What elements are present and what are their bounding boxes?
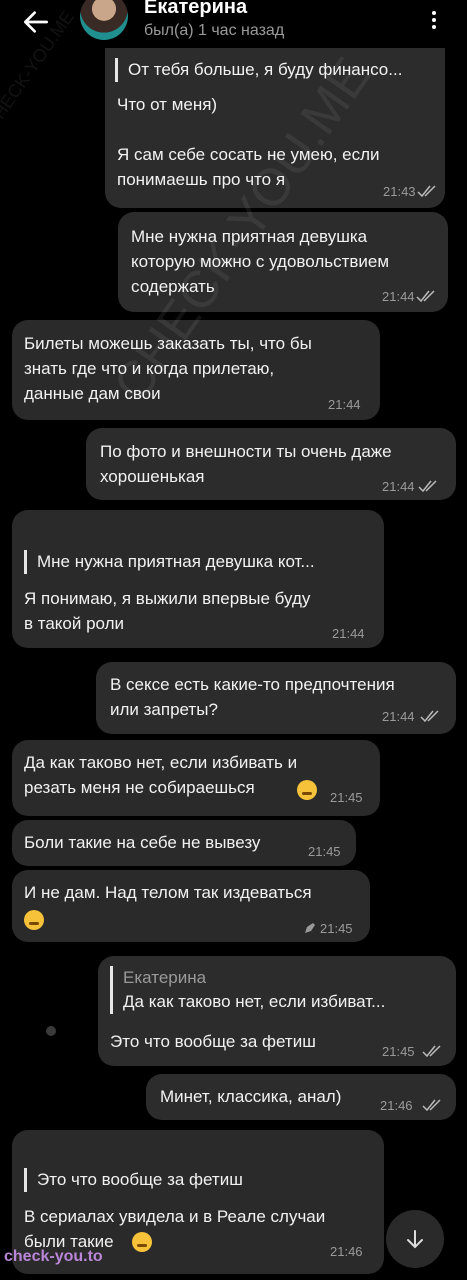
message-time: 21:44 bbox=[328, 397, 361, 412]
message-bubble[interactable]: Мне нужна приятная девушка которую можно… bbox=[118, 212, 448, 312]
message-bubble[interactable]: Билеты можешь заказать ты, что бы знать … bbox=[12, 320, 380, 420]
message-text: Что от меня) Я сам себе сосать не умею, … bbox=[117, 95, 380, 189]
chevron-down-icon bbox=[407, 1230, 423, 1249]
sweat-smile-emoji bbox=[297, 780, 317, 800]
double-check-icon bbox=[422, 1045, 441, 1057]
reply-preview[interactable]: Екатерина Да как таково нет, если избива… bbox=[110, 966, 453, 1014]
double-check-icon bbox=[422, 1099, 441, 1111]
message-text: Минет, классика, анал) bbox=[160, 1087, 342, 1106]
message-time: 21:45 bbox=[330, 790, 363, 805]
reply-text: От тебя больше, я буду финансо... bbox=[128, 60, 403, 79]
message-time: 21:44 bbox=[332, 626, 365, 641]
reply-author: Екатерина bbox=[123, 968, 207, 987]
double-check-icon bbox=[418, 480, 437, 492]
message-time: 21:46 bbox=[380, 1098, 413, 1113]
more-vertical-icon[interactable] bbox=[424, 8, 444, 36]
message-time: 21:44 bbox=[382, 709, 415, 724]
message-bubble[interactable]: По фото и внешности ты очень даже хороше… bbox=[86, 428, 456, 500]
double-check-icon bbox=[416, 290, 435, 302]
message-text: В сериалах увидела и в Реале случаи были… bbox=[24, 1207, 326, 1251]
message-text: По фото и внешности ты очень даже хороше… bbox=[100, 442, 392, 486]
reply-preview[interactable]: Мне нужна приятная девушка кот... bbox=[24, 550, 377, 574]
message-text-body: Да как таково нет, если избивать и резат… bbox=[24, 753, 298, 797]
message-time: 21:45 bbox=[320, 921, 353, 936]
message-text: Мне нужна приятная девушка которую можно… bbox=[131, 227, 390, 296]
double-check-icon bbox=[420, 710, 439, 722]
message-time: 21:44 bbox=[382, 289, 415, 304]
message-bubble[interactable]: Екатерина Да как таково нет, если избива… bbox=[98, 956, 456, 1066]
back-arrow-icon[interactable] bbox=[20, 6, 52, 38]
message-text: В сексе есть какие-то предпочтения или з… bbox=[110, 675, 395, 719]
message-bubble[interactable]: Да как таково нет, если избивать и резат… bbox=[12, 740, 380, 816]
watermark-site: check-you.to bbox=[4, 1248, 103, 1265]
message-text: Я понимаю, я выжили впервые буду в такой… bbox=[24, 589, 311, 633]
message-text: Это что вообще за фетиш bbox=[110, 1032, 316, 1051]
message-bubble[interactable]: От тебя больше, я буду финансо... Что от… bbox=[105, 48, 445, 208]
reply-text: Да как таково нет, если избиват... bbox=[123, 992, 386, 1011]
message-bubble[interactable]: И не дам. Над телом так издеваться 21:45 bbox=[12, 870, 370, 942]
reply-text: Это что вообще за фетиш bbox=[37, 1170, 243, 1189]
message-bubble[interactable]: Мне нужна приятная девушка кот... Я пони… bbox=[12, 510, 384, 648]
message-time: 21:46 bbox=[330, 1244, 363, 1259]
crying-laughing-emoji bbox=[24, 910, 44, 930]
reply-text: Мне нужна приятная девушка кот... bbox=[37, 552, 315, 571]
contact-status: был(а) 1 час назад bbox=[144, 22, 285, 39]
message-text: Билеты можешь заказать ты, что бы знать … bbox=[24, 334, 312, 403]
message-time: 21:45 bbox=[382, 1044, 415, 1059]
message-bubble[interactable]: Боли такие на себе не вывезу 21:45 bbox=[12, 820, 356, 866]
double-check-icon bbox=[417, 185, 436, 197]
pencil-icon bbox=[305, 923, 315, 933]
decorative-dot bbox=[46, 1026, 56, 1036]
message-text: Да как таково нет, если избивать и резат… bbox=[24, 750, 297, 800]
message-bubble[interactable]: Минет, классика, анал) 21:46 bbox=[146, 1074, 456, 1120]
message-text: Боли такие на себе не вывезу bbox=[24, 833, 261, 852]
scroll-down-button[interactable] bbox=[386, 1210, 444, 1268]
message-time: 21:43 bbox=[383, 184, 416, 199]
message-text: И не дам. Над телом так издеваться bbox=[24, 883, 312, 902]
message-time: 21:45 bbox=[308, 844, 341, 859]
reply-preview[interactable]: От тебя больше, я буду финансо... bbox=[115, 58, 446, 82]
chat-header: Екатерина был(а) 1 час назад bbox=[0, 0, 467, 48]
message-time: 21:44 bbox=[382, 479, 415, 494]
message-bubble[interactable]: В сексе есть какие-то предпочтения или з… bbox=[96, 662, 456, 734]
avatar[interactable] bbox=[80, 0, 128, 40]
contact-name[interactable]: Екатерина bbox=[144, 0, 247, 19]
reply-preview[interactable]: Это что вообще за фетиш bbox=[24, 1168, 377, 1192]
neutral-face-emoji bbox=[132, 1232, 152, 1252]
